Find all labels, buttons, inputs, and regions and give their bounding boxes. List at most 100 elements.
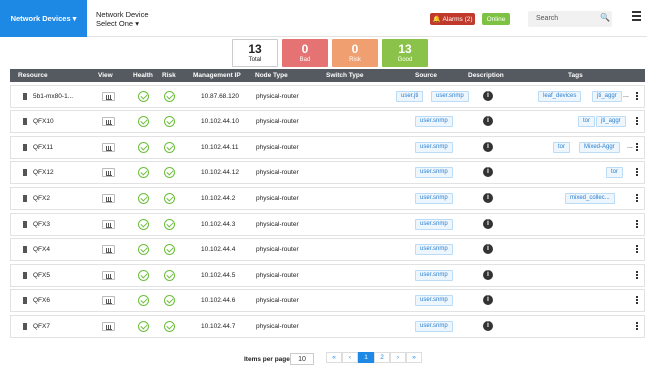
first-page-button[interactable]: « bbox=[326, 352, 342, 363]
col-risk[interactable]: Risk bbox=[162, 72, 176, 79]
items-per-page-select[interactable]: 10 bbox=[290, 353, 314, 365]
tag-chip[interactable]: tor bbox=[553, 141, 571, 153]
more-tags[interactable]: ... bbox=[627, 143, 633, 150]
page-2-button[interactable]: 2 bbox=[374, 352, 390, 363]
table-row[interactable]: 5b1-mx80-1... 10.87.68.120 physical-router… bbox=[10, 84, 645, 108]
col-view[interactable]: View bbox=[98, 72, 113, 79]
col-tags[interactable]: Tags bbox=[568, 72, 583, 79]
table-row[interactable]: QFX12 10.102.44.12 physical-router user.snm… bbox=[10, 161, 645, 185]
chart-icon[interactable] bbox=[102, 91, 115, 101]
table-row[interactable]: QFX5 10.102.44.5 physical-router user.snmp i bbox=[10, 263, 645, 287]
chart-icon[interactable] bbox=[102, 193, 115, 203]
table-row[interactable]: QFX11 10.102.44.11 physical-router user.snm… bbox=[10, 135, 645, 159]
kebab-icon[interactable] bbox=[636, 117, 639, 127]
tag-chip[interactable]: leaf_devices bbox=[538, 90, 582, 102]
chart-icon[interactable] bbox=[102, 219, 115, 229]
next-page-button[interactable]: › bbox=[390, 352, 406, 363]
bad-card[interactable]: 0 Bad bbox=[282, 39, 328, 67]
chart-icon[interactable] bbox=[102, 245, 115, 255]
table-row[interactable]: QFX6 10.102.44.6 physical-router user.snmp i bbox=[10, 289, 645, 313]
resource-name[interactable]: QFX6 bbox=[33, 297, 50, 304]
resource-name[interactable]: QFX5 bbox=[33, 272, 50, 279]
resource-name[interactable]: QFX2 bbox=[33, 195, 50, 202]
col-node-type[interactable]: Node Type bbox=[255, 72, 288, 79]
resource-name[interactable]: QFX7 bbox=[33, 323, 50, 330]
kebab-icon[interactable] bbox=[636, 168, 639, 178]
col-health[interactable]: Health bbox=[133, 72, 153, 79]
col-switch-type[interactable]: Switch Type bbox=[326, 72, 363, 79]
total-card[interactable]: 13 Total bbox=[232, 39, 278, 67]
kebab-icon[interactable] bbox=[636, 296, 639, 306]
source-tag[interactable]: user.snmp bbox=[415, 244, 453, 256]
chart-icon[interactable] bbox=[102, 142, 115, 152]
source-tag[interactable]: user.snmp bbox=[415, 116, 453, 128]
info-icon[interactable]: i bbox=[483, 269, 493, 280]
resource-name[interactable]: QFX11 bbox=[33, 144, 53, 151]
search-icon[interactable]: 🔍 bbox=[600, 13, 610, 22]
info-icon[interactable]: i bbox=[483, 116, 493, 127]
kebab-icon[interactable] bbox=[636, 193, 639, 204]
caret-down-icon: ▾ bbox=[72, 14, 77, 23]
info-icon[interactable]: i bbox=[483, 192, 493, 203]
tag-chip[interactable]: tor bbox=[606, 167, 624, 179]
source-tag[interactable]: user.snmp bbox=[415, 167, 453, 179]
table-row[interactable]: QFX2 10.102.44.2 physical-router user.snmp i… bbox=[10, 186, 645, 210]
kebab-icon[interactable] bbox=[636, 91, 639, 102]
network-device-select[interactable]: Select One ▾ bbox=[96, 19, 139, 28]
kebab-icon[interactable] bbox=[636, 245, 639, 255]
info-icon[interactable]: i bbox=[483, 218, 493, 229]
last-page-button[interactable]: » bbox=[406, 352, 422, 363]
source-tag[interactable]: user.snmp bbox=[431, 90, 469, 102]
source-tag[interactable]: user.snmp bbox=[415, 320, 453, 332]
chart-icon[interactable] bbox=[102, 168, 115, 178]
tag-chip[interactable]: Mixed-Aggr bbox=[579, 141, 620, 153]
management-ip: 10.102.44.7 bbox=[201, 322, 236, 330]
alarms-badge[interactable]: 🔔 Alarms (2) bbox=[430, 13, 475, 25]
info-icon[interactable]: i bbox=[483, 141, 493, 152]
chart-icon[interactable] bbox=[102, 321, 115, 331]
resource-name[interactable]: QFX3 bbox=[33, 221, 50, 228]
info-icon[interactable]: i bbox=[483, 320, 493, 331]
tag-chip[interactable]: mixed_collec... bbox=[565, 192, 615, 204]
info-icon[interactable]: i bbox=[483, 90, 493, 101]
resource-name[interactable]: 5b1-mx80-1... bbox=[33, 93, 73, 100]
info-icon[interactable]: i bbox=[483, 244, 493, 255]
info-icon[interactable]: i bbox=[483, 295, 493, 306]
table-row[interactable]: QFX10 10.102.44.10 physical-router user.snm… bbox=[10, 110, 645, 134]
resource-name[interactable]: QFX10 bbox=[33, 118, 54, 125]
good-card[interactable]: 13 Good bbox=[382, 39, 428, 67]
source-tag[interactable]: user.snmp bbox=[415, 269, 453, 281]
chart-icon[interactable] bbox=[102, 296, 115, 306]
source-tag[interactable]: user.snmp bbox=[415, 141, 453, 153]
page-1-button[interactable]: 1 bbox=[358, 352, 374, 363]
health-check-icon bbox=[138, 141, 149, 153]
source-tag[interactable]: user.snmp bbox=[415, 295, 453, 307]
resource-name[interactable]: QFX4 bbox=[33, 246, 50, 253]
source-tag[interactable]: user.jti bbox=[396, 90, 424, 102]
info-icon[interactable]: i bbox=[483, 167, 493, 178]
chart-icon[interactable] bbox=[102, 270, 115, 280]
tag-chip[interactable]: jti_aggr bbox=[596, 116, 626, 128]
resource-name[interactable]: QFX12 bbox=[33, 169, 54, 176]
kebab-icon[interactable] bbox=[636, 142, 639, 153]
menu-icon[interactable] bbox=[632, 11, 641, 21]
tag-chip[interactable]: tor bbox=[578, 116, 596, 128]
network-devices-button[interactable]: Network Devices ▾ bbox=[0, 0, 87, 37]
tag-chip[interactable]: jti_aggr bbox=[592, 90, 622, 102]
kebab-icon[interactable] bbox=[636, 321, 639, 332]
prev-page-button[interactable]: ‹ bbox=[342, 352, 358, 363]
risk-card[interactable]: 0 Risk bbox=[332, 39, 378, 67]
kebab-icon[interactable] bbox=[636, 219, 639, 230]
table-row[interactable]: QFX4 10.102.44.4 physical-router user.snmp i bbox=[10, 238, 645, 262]
col-resource[interactable]: Resource bbox=[18, 72, 48, 79]
col-source[interactable]: Source bbox=[415, 72, 437, 79]
source-tag[interactable]: user.snmp bbox=[415, 192, 453, 204]
kebab-icon[interactable] bbox=[636, 270, 639, 281]
table-row[interactable]: QFX3 10.102.44.3 physical-router user.snmp i bbox=[10, 212, 645, 236]
col-management-ip[interactable]: Management IP bbox=[193, 72, 241, 79]
table-row[interactable]: QFX7 10.102.44.7 physical-router user.snmp i bbox=[10, 314, 645, 338]
source-tag[interactable]: user.snmp bbox=[415, 218, 453, 230]
more-tags[interactable]: ... bbox=[623, 92, 629, 99]
chart-icon[interactable] bbox=[102, 117, 115, 127]
col-description[interactable]: Description bbox=[468, 72, 504, 79]
